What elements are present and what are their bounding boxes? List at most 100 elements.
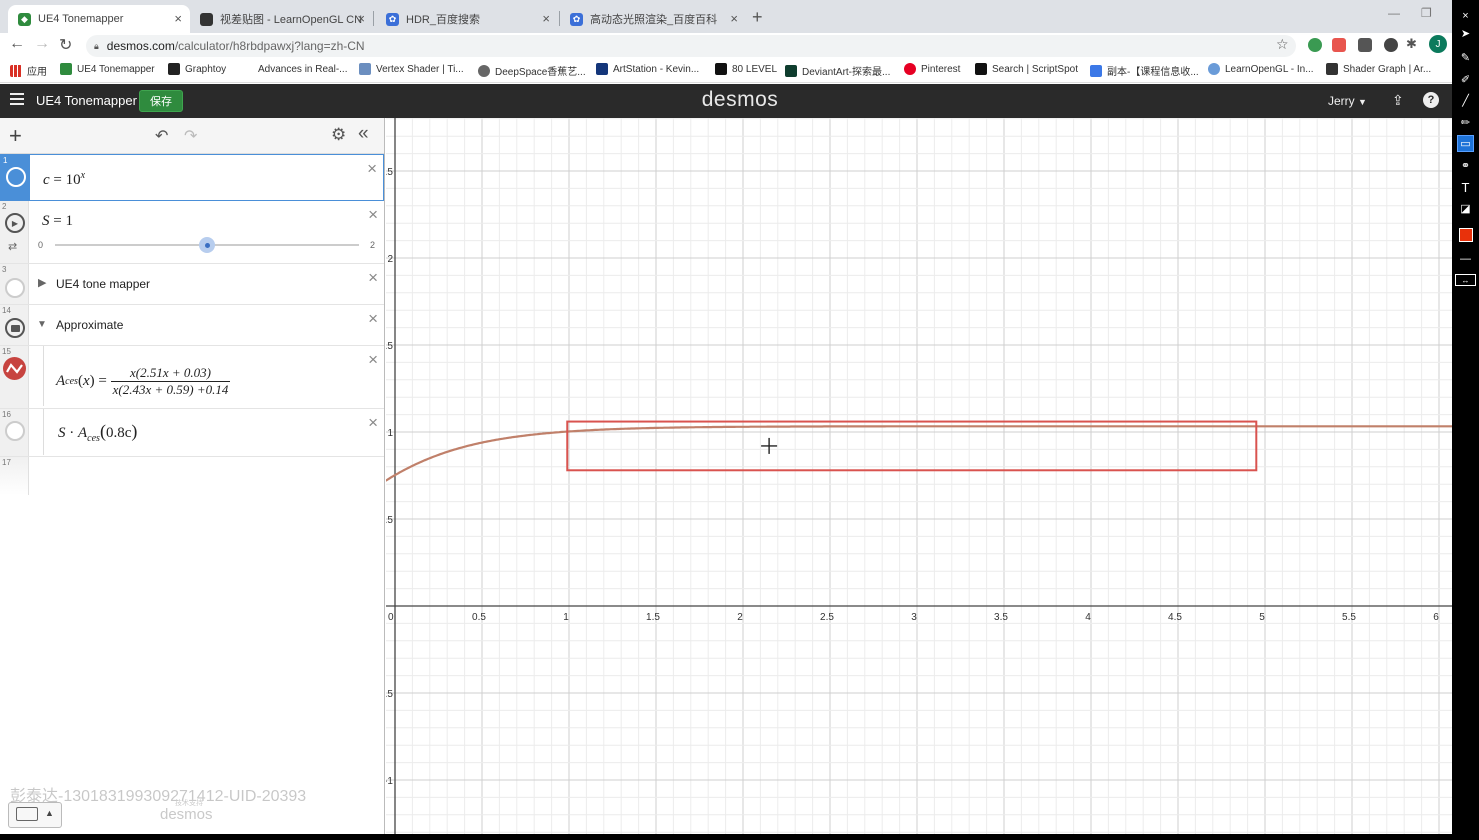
chevron-right-icon[interactable]: ▶ bbox=[38, 276, 46, 289]
expression-row[interactable]: 1 c = 10x × bbox=[0, 154, 384, 201]
close-icon[interactable]: × bbox=[1457, 7, 1474, 24]
delete-icon[interactable]: × bbox=[368, 413, 378, 433]
visibility-toggle-icon[interactable] bbox=[6, 167, 26, 187]
graph-canvas[interactable]: 0 0.5 1 1.5 2 2.5 3 3.5 4 4.5 5 5.5 6 2.5 2 1.5 1 0.5 -0.5… bbox=[386, 118, 1452, 840]
tab-close-hit[interactable]: × bbox=[190, 5, 373, 33]
eyedropper-extension-icon[interactable] bbox=[1358, 38, 1372, 52]
slider-handle[interactable] bbox=[199, 237, 215, 253]
text-icon[interactable]: T bbox=[1457, 179, 1474, 196]
expression-row[interactable]: 15 Aces(x) = x(2.51x + 0.03) x(2.43x + 0… bbox=[0, 346, 384, 409]
bookmark-item[interactable]: 80 LEVEL bbox=[715, 63, 777, 75]
browser-toolbar: ← → ↻ 🔒︎ desmos.com/calculator/h8rbdpawx… bbox=[0, 33, 1452, 59]
bookmark-item[interactable]: 副本-【课程信息收... bbox=[1090, 63, 1199, 78]
redo-icon[interactable]: ↷ bbox=[184, 126, 197, 146]
folder-title[interactable]: Approximate bbox=[56, 318, 123, 332]
tab-ue4-tonemapper[interactable]: ◆ UE4 Tonemapper × bbox=[8, 5, 190, 33]
close-icon[interactable]: × bbox=[357, 11, 365, 26]
pointer-icon[interactable]: ➤ bbox=[1457, 25, 1474, 42]
bookmark-item[interactable]: DeepSpace香蕉艺... bbox=[478, 63, 586, 78]
delete-icon[interactable]: × bbox=[368, 268, 378, 288]
delete-icon[interactable]: × bbox=[368, 350, 378, 370]
puzzle-extensions-icon[interactable]: ✱ bbox=[1406, 36, 1417, 52]
bookmark-item[interactable]: Shader Graph | Ar... bbox=[1326, 63, 1431, 75]
tab-hdr-baidu[interactable]: ✿ HDR_百度搜索 × bbox=[376, 5, 558, 33]
shapes-icon[interactable]: ⚭ bbox=[1457, 157, 1474, 174]
bookmark-star-icon[interactable]: ☆ bbox=[1276, 36, 1289, 53]
expression-math[interactable]: c = 10x bbox=[43, 170, 85, 189]
pen-icon[interactable]: ✎ bbox=[1457, 49, 1474, 66]
close-icon[interactable]: × bbox=[174, 11, 182, 26]
share-icon[interactable]: ⇪ bbox=[1392, 92, 1404, 109]
slider-min: 0 bbox=[38, 240, 44, 250]
empty-expression-row[interactable]: 17 bbox=[0, 457, 384, 495]
expression-math[interactable]: S · Aces(0.8c) bbox=[58, 421, 137, 444]
minimize-icon[interactable]: — bbox=[1388, 6, 1400, 20]
graph-paper[interactable]: 0 0.5 1 1.5 2 2.5 3 3.5 4 4.5 5 5.5 6 2.5 2 1.5 1 0.5 -0.5… bbox=[386, 118, 1452, 840]
bookmark-item[interactable]: UE4 Tonemapper bbox=[60, 63, 155, 75]
bookmark-item[interactable]: Advances in Real-... bbox=[241, 63, 348, 75]
new-tab-button[interactable]: + bbox=[752, 7, 763, 28]
user-menu[interactable]: Jerry ▼ bbox=[1328, 94, 1367, 108]
folder-title[interactable]: UE4 tone mapper bbox=[56, 277, 150, 291]
bookmark-item[interactable]: Vertex Shader | Ti... bbox=[359, 63, 464, 75]
add-expression-icon[interactable]: + bbox=[9, 123, 22, 149]
close-icon[interactable]: × bbox=[542, 11, 550, 26]
bookmark-item[interactable]: DeviantArt-探索最... bbox=[785, 63, 890, 78]
evernote-extension-icon[interactable] bbox=[1308, 38, 1322, 52]
undo-icon[interactable]: ↶ bbox=[155, 126, 168, 146]
expression-row[interactable]: 2 ▶ ⇄ S = 1 0 2 × bbox=[0, 201, 384, 264]
bookmark-item[interactable]: ArtStation - Kevin... bbox=[596, 63, 699, 75]
bookmark-apps[interactable]: 应用 bbox=[10, 63, 47, 78]
annotation-rectangle bbox=[566, 420, 1258, 472]
keyboard-toggle[interactable]: ▲ bbox=[8, 802, 62, 828]
menu-icon[interactable] bbox=[10, 93, 24, 107]
tab-baidu-baike[interactable]: ✿ 高动态光照渲染_百度百科 × bbox=[560, 5, 746, 33]
bookmark-item[interactable]: Search | ScriptSpot bbox=[975, 63, 1078, 75]
bookmark-item[interactable]: Pinterest bbox=[904, 63, 960, 75]
graph-title[interactable]: UE4 Tonemapper bbox=[36, 93, 137, 108]
rectangle-icon[interactable]: ▭ bbox=[1457, 135, 1474, 152]
row-gutter: 1 bbox=[1, 155, 30, 200]
line-icon[interactable]: ╱ bbox=[1457, 92, 1474, 109]
save-button[interactable]: 保存 bbox=[139, 90, 183, 112]
forward-arrow-icon[interactable]: → bbox=[34, 35, 50, 53]
delete-icon[interactable]: × bbox=[368, 309, 378, 329]
desmos-favicon-icon: ◆ bbox=[18, 12, 31, 26]
collapse-panel-icon[interactable]: « bbox=[358, 123, 369, 145]
y-tick-label: -1 bbox=[386, 776, 393, 787]
visibility-toggle-icon[interactable] bbox=[5, 278, 25, 298]
folder-row[interactable]: 3 ▶ UE4 tone mapper × bbox=[0, 264, 384, 305]
settings-gear-icon[interactable]: ⚙ bbox=[331, 125, 346, 145]
extension-icon[interactable] bbox=[1332, 38, 1346, 52]
play-icon[interactable]: ▶ bbox=[5, 213, 25, 233]
delete-icon[interactable]: × bbox=[367, 159, 377, 179]
folder-row[interactable]: 14 ▼ Approximate × bbox=[0, 305, 384, 346]
extension-icon[interactable] bbox=[1384, 38, 1398, 52]
function-subscript: ces bbox=[87, 433, 100, 444]
url-path: /calculator/h8rbdpawxj?lang=zh-CN bbox=[174, 39, 365, 53]
reload-icon[interactable]: ↻ bbox=[59, 35, 72, 55]
eraser-icon[interactable]: ◪ bbox=[1457, 200, 1474, 217]
back-arrow-icon[interactable]: ← bbox=[9, 35, 25, 53]
expression-row[interactable]: 16 S · Aces(0.8c) × bbox=[0, 409, 384, 457]
visibility-toggle-icon[interactable] bbox=[5, 421, 25, 441]
highlighter-icon[interactable]: ✐ bbox=[1457, 71, 1474, 88]
bookmark-item[interactable]: Graphtoy bbox=[168, 63, 226, 75]
chevron-down-icon[interactable]: ▼ bbox=[37, 319, 47, 330]
color-swatch-icon[interactable] bbox=[1459, 228, 1473, 242]
expression-math[interactable]: S = 1 bbox=[42, 213, 73, 230]
close-icon[interactable]: × bbox=[730, 11, 738, 26]
loop-icon[interactable]: ⇄ bbox=[8, 240, 17, 253]
expand-icon[interactable]: ↔ bbox=[1455, 274, 1476, 286]
folder-icon[interactable] bbox=[5, 318, 25, 338]
delete-icon[interactable]: × bbox=[368, 205, 378, 225]
bookmark-item[interactable]: LearnOpenGL - In... bbox=[1208, 63, 1314, 75]
profile-avatar[interactable]: J bbox=[1429, 35, 1447, 53]
expression-math[interactable]: Aces(x) = x(2.51x + 0.03) x(2.43x + 0.59… bbox=[56, 365, 231, 398]
restore-icon[interactable]: ❐ bbox=[1421, 6, 1432, 20]
graph-style-icon[interactable] bbox=[3, 357, 26, 380]
brush-icon[interactable]: ✏ bbox=[1457, 114, 1474, 131]
address-bar[interactable]: 🔒︎ desmos.com/calculator/h8rbdpawxj?lang… bbox=[86, 35, 1296, 57]
help-icon[interactable]: ? bbox=[1423, 92, 1439, 108]
line-width-icon[interactable]: — bbox=[1457, 250, 1474, 267]
